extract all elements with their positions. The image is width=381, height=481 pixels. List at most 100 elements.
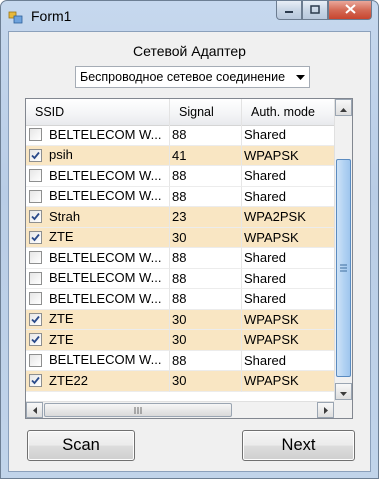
title-bar[interactable]: Form1 — [1, 1, 378, 31]
auth-mode-cell: WPAPSK — [242, 146, 334, 166]
ssid-cell: psih — [26, 145, 170, 166]
adapter-selected-value: Беспроводное сетевое соединение — [80, 70, 286, 84]
signal-cell: 30 — [170, 371, 242, 392]
row-checkbox[interactable] — [29, 312, 42, 326]
main-window: Form1 Сетевой Адаптер Беспроводное сетев… — [0, 0, 379, 479]
auth-mode-cell: Shared — [242, 269, 334, 289]
auth-mode-cell: WPAPSK — [242, 228, 334, 248]
ssid-cell: BELTELECOM W... — [26, 350, 170, 371]
row-checkbox[interactable] — [29, 148, 42, 162]
chevron-down-icon[interactable] — [291, 67, 309, 87]
row-checkbox[interactable] — [29, 210, 42, 224]
next-button[interactable]: Next — [242, 430, 355, 461]
ssid-text: Strah — [49, 208, 81, 224]
signal-cell: 23 — [170, 207, 242, 228]
auth-mode-cell: Shared — [242, 248, 334, 269]
signal-cell: 88 — [170, 125, 242, 146]
caption-buttons — [276, 1, 372, 20]
client-area: Сетевой Адаптер Беспроводное сетевое сое… — [8, 31, 371, 472]
ssid-cell: ZTE — [26, 227, 170, 248]
checkmark-icon — [31, 315, 40, 324]
row-checkbox[interactable] — [29, 374, 42, 388]
row-checkbox[interactable] — [29, 333, 42, 347]
vertical-scroll-thumb[interactable] — [336, 159, 351, 377]
table-row[interactable]: BELTELECOM W... 88 Shared — [26, 166, 334, 187]
vertical-scrollbar[interactable] — [334, 99, 352, 401]
signal-cell: 88 — [170, 289, 242, 310]
auth-mode-cell: Shared — [242, 166, 334, 187]
app-form-icon — [8, 9, 24, 25]
checkmark-icon — [31, 151, 40, 160]
row-checkbox[interactable] — [29, 128, 42, 142]
close-icon — [344, 1, 356, 19]
adapter-dropdown[interactable]: Беспроводное сетевое соединение — [75, 66, 310, 88]
signal-cell: 41 — [170, 145, 242, 166]
table-row[interactable]: BELTELECOM W... 88 Shared — [26, 186, 334, 207]
row-checkbox[interactable] — [29, 189, 42, 203]
checkmark-icon — [31, 213, 40, 221]
row-checkbox[interactable] — [29, 169, 42, 183]
row-checkbox[interactable] — [29, 292, 42, 306]
ssid-cell: ZTE — [26, 330, 170, 351]
column-header-signal[interactable]: Signal — [170, 99, 242, 125]
table-row[interactable]: ZTE 30 WPAPSK — [26, 309, 334, 330]
table-row[interactable]: ZTE 30 WPAPSK — [26, 227, 334, 248]
minimize-button[interactable] — [276, 1, 302, 20]
ssid-cell: BELTELECOM W... — [26, 186, 170, 207]
signal-cell: 30 — [170, 309, 242, 330]
table-row[interactable]: BELTELECOM W... 88 Shared — [26, 289, 334, 310]
signal-cell: 88 — [170, 248, 242, 269]
ssid-text: ZTE — [49, 331, 74, 347]
ssid-text: BELTELECOM W... — [49, 167, 162, 183]
minimize-icon — [284, 1, 294, 19]
ssid-text: BELTELECOM W... — [49, 290, 162, 306]
table-row[interactable]: psih 41 WPAPSK — [26, 145, 334, 166]
row-checkbox[interactable] — [29, 353, 42, 367]
scroll-up-button[interactable] — [335, 99, 352, 116]
list-rows: BELTELECOM W... 88 Shared psih 41 WPAPSK BELTE… — [26, 125, 334, 392]
ssid-text: ZTE22 — [49, 372, 89, 388]
signal-cell: 30 — [170, 330, 242, 351]
table-row[interactable]: Strah 23 WPA2PSK — [26, 207, 334, 228]
auth-mode-cell: WPA2PSK — [242, 207, 334, 228]
column-header-auth-mode[interactable]: Auth. mode — [242, 99, 334, 125]
arrow-right-icon — [323, 401, 328, 419]
auth-mode-cell: WPAPSK — [242, 330, 334, 351]
row-checkbox[interactable] — [29, 271, 42, 285]
ssid-text: BELTELECOM W... — [49, 188, 162, 203]
ssid-cell: ZTE — [26, 309, 170, 330]
horizontal-scrollbar[interactable] — [26, 401, 334, 418]
maximize-button[interactable] — [302, 1, 328, 20]
maximize-icon — [310, 1, 320, 19]
row-checkbox[interactable] — [29, 251, 42, 265]
scan-button[interactable]: Scan — [27, 430, 135, 461]
auth-mode-cell: Shared — [242, 351, 334, 371]
horizontal-scroll-thumb[interactable] — [44, 403, 232, 417]
auth-mode-cell: WPAPSK — [242, 371, 334, 392]
column-header-ssid[interactable]: SSID — [26, 99, 170, 125]
ssid-text: BELTELECOM W... — [49, 126, 162, 142]
table-row[interactable]: BELTELECOM W... 88 Shared — [26, 268, 334, 289]
network-list[interactable]: SSID Signal Auth. mode BELTELECOM W... 88… — [25, 98, 353, 419]
arrow-up-icon — [340, 99, 347, 117]
table-row[interactable]: ZTE 30 WPAPSK — [26, 330, 334, 351]
grip-icon — [134, 401, 142, 419]
list-header: SSID Signal Auth. mode — [26, 99, 334, 126]
table-row[interactable]: BELTELECOM W... 88 Shared — [26, 350, 334, 371]
table-row[interactable]: ZTE22 30 WPAPSK — [26, 371, 334, 392]
arrow-left-icon — [32, 401, 37, 419]
checkmark-icon — [31, 233, 40, 242]
grip-icon — [340, 259, 347, 277]
scroll-right-button[interactable] — [317, 402, 334, 418]
table-row[interactable]: BELTELECOM W... 88 Shared — [26, 248, 334, 269]
table-row[interactable]: BELTELECOM W... 88 Shared — [26, 125, 334, 146]
scroll-down-button[interactable] — [335, 383, 352, 400]
ssid-cell: BELTELECOM W... — [26, 248, 170, 269]
auth-mode-cell: Shared — [242, 125, 334, 146]
ssid-cell: Strah — [26, 207, 170, 228]
close-button[interactable] — [328, 1, 372, 20]
ssid-text: BELTELECOM W... — [49, 352, 162, 367]
scroll-left-button[interactable] — [26, 402, 43, 418]
row-checkbox[interactable] — [29, 230, 42, 244]
ssid-cell: BELTELECOM W... — [26, 268, 170, 289]
